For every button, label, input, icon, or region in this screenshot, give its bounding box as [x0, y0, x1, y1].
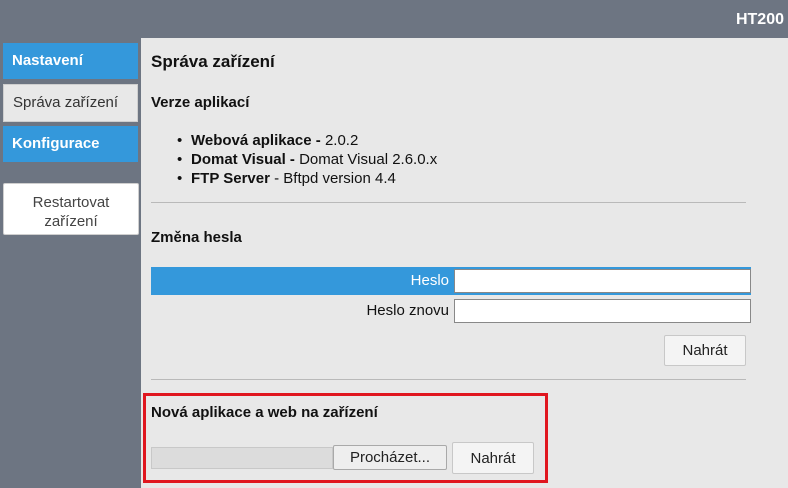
versions-heading: Verze aplikací: [151, 94, 250, 111]
password-heading: Změna hesla: [151, 229, 242, 246]
password-submit-button[interactable]: Nahrát: [664, 335, 746, 366]
password-confirm-input[interactable]: [454, 299, 751, 323]
app-version: Domat Visual 2.6.0.x: [294, 151, 438, 168]
list-item: Domat Visual - Domat Visual 2.6.0.x: [177, 150, 437, 169]
sidebar-item-konfigurace[interactable]: Konfigurace: [3, 126, 138, 162]
file-path-field[interactable]: [151, 447, 333, 469]
page-title: Správa zařízení: [151, 52, 275, 71]
list-item: Webová aplikace - 2.0.2: [177, 131, 437, 150]
divider: [151, 379, 746, 380]
password-confirm-row: Heslo znovu: [151, 297, 751, 325]
browse-button[interactable]: Procházet...: [333, 445, 447, 470]
top-bar: HT200: [0, 0, 788, 38]
main-content: Správa zařízení Verze aplikací Webová ap…: [141, 38, 788, 488]
upload-heading: Nová aplikace a web na zařízení: [151, 404, 378, 421]
sidebar: Nastavení Správa zařízení Konfigurace Re…: [0, 38, 141, 488]
app-version: 2.0.2: [320, 132, 359, 149]
divider: [151, 202, 746, 203]
app-name: Webová aplikace -: [191, 132, 321, 149]
password-label: Heslo: [410, 272, 449, 289]
password-row: Heslo: [151, 267, 751, 295]
upload-submit-button[interactable]: Nahrát: [452, 442, 534, 474]
versions-list: Webová aplikace - 2.0.2 Domat Visual - D…: [177, 131, 437, 188]
sidebar-item-sprava-zarizeni[interactable]: Správa zařízení: [3, 84, 138, 122]
app-name: FTP Server: [191, 170, 270, 187]
password-confirm-label: Heslo znovu: [366, 302, 449, 319]
sidebar-item-nastaveni[interactable]: Nastavení: [3, 43, 138, 79]
password-input[interactable]: [454, 269, 751, 293]
app-version: - Bftpd version 4.4: [269, 170, 396, 187]
device-name: HT200: [735, 11, 784, 28]
list-item: FTP Server - Bftpd version 4.4: [177, 169, 437, 188]
app-name: Domat Visual -: [191, 151, 295, 168]
restart-device-button[interactable]: Restartovat zařízení: [3, 183, 139, 235]
